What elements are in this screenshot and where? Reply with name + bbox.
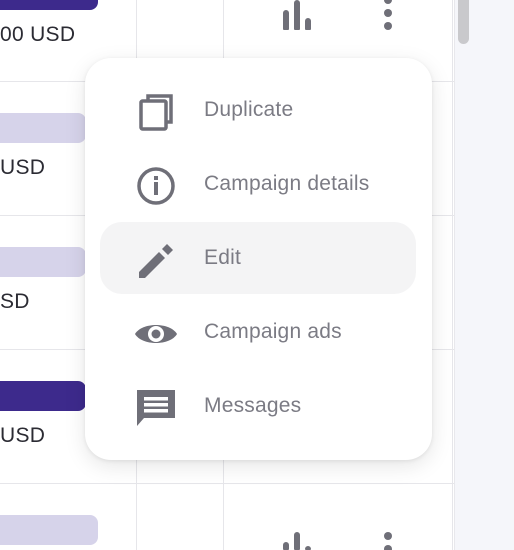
column-divider [452,0,453,550]
scrollbar-thumb[interactable] [458,0,469,44]
message-icon [134,388,178,428]
row-divider [0,483,454,484]
menu-item-label: Duplicate [204,98,294,121]
budget-progress-bar [0,113,86,143]
budget-value: USD [0,156,46,179]
campaign-context-menu: Duplicate Campaign details Edit Campaign… [85,58,432,460]
eye-icon [134,314,178,354]
menu-item-campaign-details[interactable]: Campaign details [100,148,416,220]
budget-progress-bar [0,247,86,277]
menu-item-label: Campaign ads [204,320,342,343]
budget-value: SD [0,290,30,313]
menu-item-label: Campaign details [204,172,370,195]
menu-item-edit[interactable]: Edit [100,222,416,294]
budget-progress-bar [0,515,98,545]
edit-pencil-icon [134,240,178,280]
more-options-icon[interactable] [383,0,393,30]
budget-value: 00 USD [0,23,76,46]
budget-value: USD [0,424,46,447]
stats-icon[interactable] [283,532,317,550]
menu-item-messages[interactable]: Messages [100,370,416,442]
duplicate-icon [134,92,178,132]
menu-item-duplicate[interactable]: Duplicate [100,74,416,146]
budget-progress-bar [0,381,86,411]
page-background [454,0,514,550]
menu-item-label: Messages [204,394,302,417]
menu-item-label: Edit [204,246,241,269]
more-options-icon[interactable] [383,532,393,550]
budget-progress-bar [0,0,98,10]
menu-item-campaign-ads[interactable]: Campaign ads [100,296,416,368]
stats-icon[interactable] [283,0,317,30]
info-icon [134,166,178,206]
